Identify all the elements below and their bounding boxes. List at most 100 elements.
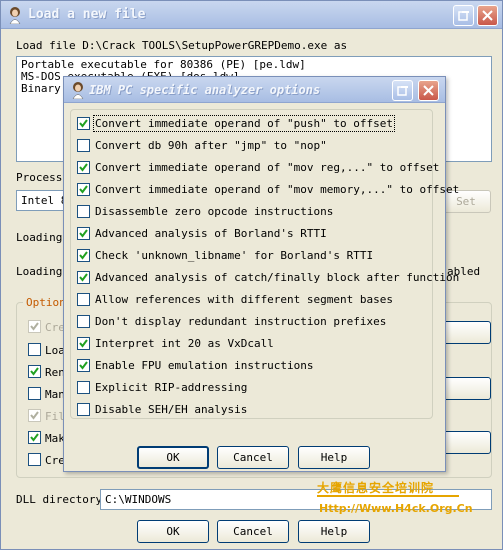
close-button[interactable] (477, 5, 498, 26)
option-checkbox[interactable] (28, 365, 41, 378)
option-checkbox[interactable] (77, 116, 90, 130)
dialog-title: IBM PC specific analyzer options (89, 83, 321, 97)
option-label: Fil (45, 410, 65, 423)
checkmark-icon (79, 250, 88, 260)
option-checkbox[interactable] (28, 409, 41, 422)
option-label: Convert immediate operand of "push" to o… (92, 114, 396, 132)
processor-select[interactable]: Intel 80 (16, 190, 66, 211)
option-label: Mak (45, 432, 65, 445)
option-checkbox[interactable] (28, 320, 41, 333)
checkmark-icon (79, 184, 88, 194)
option-checkbox[interactable] (77, 358, 90, 372)
ida-logo-icon (72, 82, 84, 99)
option-checkbox[interactable] (77, 314, 90, 328)
option-checkbox[interactable] (77, 204, 90, 218)
option-label: Disable SEH/EH analysis (95, 402, 248, 416)
checkmark-icon (30, 367, 39, 376)
analyzer-options-dialog: IBM PC specific analyzer options Convert… (63, 76, 459, 472)
option-checkbox[interactable] (77, 226, 90, 240)
dialog-cancel-button[interactable]: Cancel (217, 446, 289, 469)
option-label: Ren (45, 366, 65, 379)
option-checkbox[interactable] (28, 387, 41, 400)
option-push-offset[interactable]: Convert immediate operand of "push" to o… (77, 114, 432, 132)
option-label: Don't display redundant instruction pref… (95, 314, 387, 328)
option-label: Interpret int 20 as VxDcall (95, 336, 274, 350)
dll-directory-label: DLL directory (16, 493, 103, 506)
option-label: Advanced analysis of catch/finally block… (95, 270, 460, 284)
loading-offset-label: Loading (16, 265, 63, 278)
option-checkbox[interactable] (77, 138, 90, 152)
option-checkbox[interactable] (28, 343, 41, 356)
option-catch-finally[interactable]: Advanced analysis of catch/finally block… (77, 268, 459, 286)
option-checkbox[interactable] (77, 402, 90, 416)
watermark-url: Http://Www.H4ck.Org.Cn (319, 502, 473, 515)
option-checkbox[interactable] (77, 292, 90, 306)
dialog-close-button[interactable] (418, 80, 439, 101)
dialog-help-button[interactable]: Help (298, 446, 370, 469)
kernel-options-button[interactable] (441, 321, 491, 344)
option-label: Convert immediate operand of "mov reg,..… (95, 160, 440, 174)
checkmark-icon (79, 162, 88, 172)
watermark-text: 大鹰信息安全培训院 (317, 481, 435, 495)
option-mov-memory-offset[interactable]: Convert immediate operand of "mov memory… (77, 180, 459, 198)
option-label: Man (45, 388, 65, 401)
option-checkbox[interactable] (28, 453, 41, 466)
ida-logo-icon (9, 7, 21, 24)
analyzer-options-group: Convert immediate operand of "push" to o… (70, 109, 459, 419)
checkmark-icon (79, 228, 88, 238)
checkmark-icon (79, 360, 88, 370)
option-segment-bases[interactable]: Allow references with different segment … (77, 290, 432, 308)
option-label: Disassemble zero opcode instructions (95, 204, 334, 218)
main-ok-button[interactable]: OK (137, 520, 209, 543)
main-help-button[interactable]: Help (298, 520, 370, 543)
option-rip-addressing[interactable]: Explicit RIP-addressing (77, 378, 432, 396)
options-group-label: Option (23, 296, 69, 309)
loading-segment-label: Loading (16, 231, 63, 244)
option-checkbox[interactable] (77, 270, 90, 284)
processor-label: Processo (16, 171, 69, 184)
main-cancel-button[interactable]: Cancel (217, 520, 289, 543)
restore-icon (396, 86, 408, 96)
option-checkbox[interactable] (77, 336, 90, 350)
option-label: Cre (45, 454, 65, 467)
option-label: Convert db 90h after "jmp" to "nop" (95, 138, 327, 152)
close-icon (482, 10, 493, 21)
restore-icon (457, 11, 469, 21)
dialog-restore-button[interactable] (392, 80, 413, 101)
checkmark-icon (79, 272, 88, 282)
processor-options-button[interactable] (441, 377, 491, 400)
option-fpu-emulation[interactable]: Enable FPU emulation instructions (77, 356, 432, 374)
option-checkbox[interactable] (28, 431, 41, 444)
main-window-title: Load a new file (28, 7, 146, 22)
checkmark-icon (79, 118, 88, 128)
option-checkbox[interactable] (77, 380, 90, 394)
option-label: Convert immediate operand of "mov memory… (95, 182, 460, 196)
option-redundant-prefixes[interactable]: Don't display redundant instruction pref… (77, 312, 432, 330)
option-label: Check 'unknown_libname' for Borland's RT… (95, 248, 374, 262)
option-zero-opcode[interactable]: Disassemble zero opcode instructions (77, 202, 432, 220)
option-label: Enable FPU emulation instructions (95, 358, 314, 372)
restore-button[interactable] (453, 5, 474, 26)
option-label: Cre (45, 321, 65, 334)
dialog-ok-button[interactable]: OK (137, 446, 209, 469)
load-file-label: Load file D:\Crack TOOLS\SetupPowerGREPD… (16, 39, 348, 52)
option-mov-reg-offset[interactable]: Convert immediate operand of "mov reg,..… (77, 158, 439, 176)
option-label: Explicit RIP-addressing (95, 380, 248, 394)
option-int20-vxdcall[interactable]: Interpret int 20 as VxDcall (77, 334, 432, 352)
option-label: Loa (45, 344, 65, 357)
dialog-titlebar[interactable]: IBM PC specific analyzer options (64, 77, 445, 103)
option-borland-rtti[interactable]: Advanced analysis of Borland's RTTI (77, 224, 432, 242)
option-unknown-libname[interactable]: Check 'unknown_libname' for Borland's RT… (77, 246, 432, 264)
main-titlebar[interactable]: Load a new file (1, 1, 502, 29)
checkmark-icon (79, 338, 88, 348)
option-db90-nop[interactable]: Convert db 90h after "jmp" to "nop" (77, 136, 432, 154)
option-checkbox[interactable] (77, 182, 90, 196)
option-label: Advanced analysis of Borland's RTTI (95, 226, 327, 240)
watermark-underline (317, 495, 459, 497)
analysis-options-button[interactable] (441, 431, 491, 454)
option-disable-seh[interactable]: Disable SEH/EH analysis (77, 400, 432, 418)
checkmark-icon (30, 411, 39, 420)
option-checkbox[interactable] (77, 248, 90, 262)
close-icon (423, 85, 434, 96)
option-checkbox[interactable] (77, 160, 90, 174)
